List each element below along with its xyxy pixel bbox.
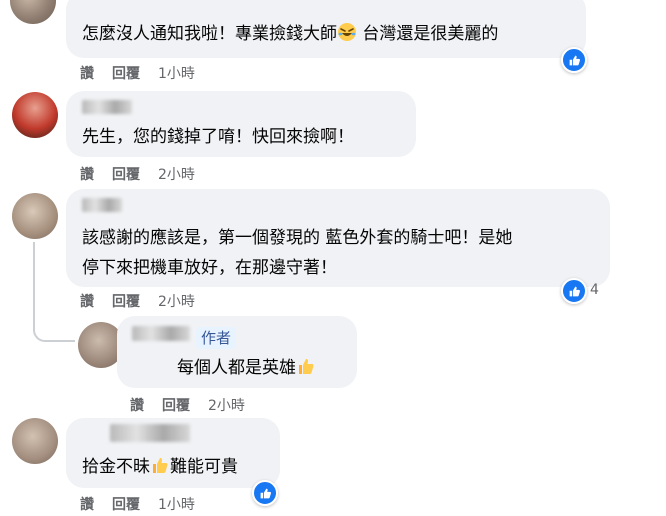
reaction-count[interactable]: 4 <box>590 282 599 298</box>
comment-text: 拾金不昧 難能可貴 <box>82 452 238 483</box>
comment-text-part: 台灣還是很美麗的 <box>357 24 499 44</box>
avatar[interactable] <box>12 193 58 239</box>
like-icon <box>569 55 580 65</box>
like-button[interactable]: 讚 <box>130 398 144 414</box>
thumbs-up-emoji <box>150 455 170 475</box>
comment-text: 怎麼沒人通知我啦！專業撿錢大師 台灣還是很美麗的 <box>82 19 498 50</box>
comment-actions: 讚 回覆 1小時 <box>80 494 213 514</box>
commenter-name[interactable] <box>132 326 190 341</box>
reply-button[interactable]: 回覆 <box>112 294 140 310</box>
comment-text-part: 難能可貴 <box>170 457 238 477</box>
comment-text-line: 停下來把機車放好，在那邊守著！ <box>82 258 337 278</box>
comment-text-part: 怎麼沒人通知我啦！專業撿錢大師 <box>82 24 337 44</box>
like-reaction-badge[interactable] <box>252 480 278 506</box>
rofl-emoji <box>337 22 357 42</box>
timestamp[interactable]: 2小時 <box>158 294 195 310</box>
reply-button[interactable]: 回覆 <box>112 167 140 183</box>
comment-text-line: 該感謝的應該是，第一個發現的 藍色外套的騎士吧！是她 <box>82 228 513 248</box>
reply-text-part: 每個人都是英雄 <box>177 358 296 378</box>
like-button[interactable]: 讚 <box>80 294 94 310</box>
reply-button[interactable]: 回覆 <box>112 497 140 513</box>
timestamp[interactable]: 1小時 <box>158 66 195 82</box>
comment-text: 先生，您的錢掉了唷！快回來撿啊！ <box>82 127 354 147</box>
avatar[interactable] <box>12 418 58 464</box>
thumbs-up-emoji <box>296 356 316 376</box>
timestamp[interactable]: 1小時 <box>158 497 195 513</box>
like-reaction-badge[interactable] <box>561 278 587 304</box>
like-button[interactable]: 讚 <box>80 167 94 183</box>
thread-connector <box>33 242 75 342</box>
like-button[interactable]: 讚 <box>80 497 94 513</box>
comment-actions: 讚 回覆 2小時 <box>80 164 213 184</box>
comment-actions: 讚 回覆 2小時 <box>80 291 213 311</box>
timestamp[interactable]: 2小時 <box>158 167 195 183</box>
like-button[interactable]: 讚 <box>80 66 94 82</box>
reply-button[interactable]: 回覆 <box>112 66 140 82</box>
comment-actions: 讚 回覆 1小時 <box>80 63 213 83</box>
timestamp[interactable]: 2小時 <box>208 398 245 414</box>
author-badge: 作者 <box>196 327 237 349</box>
commenter-name[interactable] <box>82 100 132 114</box>
avatar[interactable] <box>12 92 58 138</box>
like-icon <box>569 286 580 296</box>
like-icon <box>260 488 271 498</box>
reply-text: 每個人都是英雄 <box>177 353 316 384</box>
comment-text-part: 拾金不昧 <box>82 457 150 477</box>
commenter-name[interactable] <box>82 198 122 212</box>
avatar[interactable] <box>10 0 56 24</box>
reply-button[interactable]: 回覆 <box>162 398 190 414</box>
like-reaction-badge[interactable] <box>561 47 587 73</box>
reply-actions: 讚 回覆 2小時 <box>130 395 263 415</box>
commenter-name[interactable] <box>110 424 190 442</box>
